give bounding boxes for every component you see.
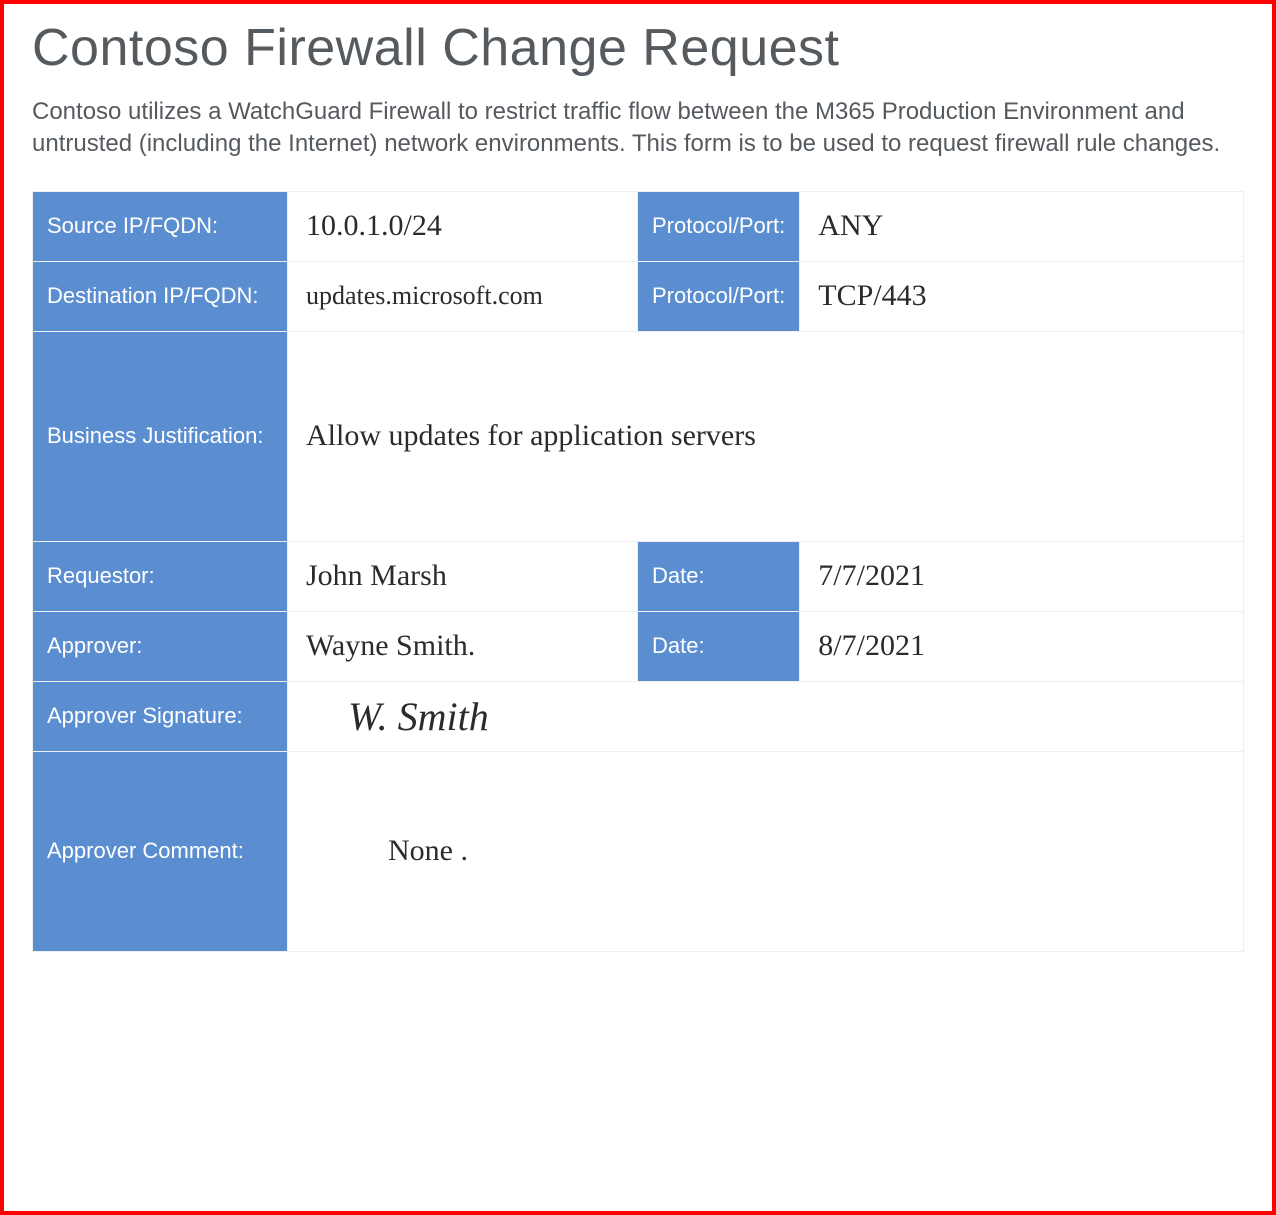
- value-approver-comment: None .: [288, 751, 1244, 951]
- value-approver-signature: W. Smith: [288, 681, 1244, 751]
- document-frame: Contoso Firewall Change Request Contoso …: [0, 0, 1276, 1215]
- value-requestor: John Marsh: [288, 541, 638, 611]
- label-dest-port: Protocol/Port:: [638, 261, 800, 331]
- label-approver-comment: Approver Comment:: [33, 751, 288, 951]
- value-approver-date: 8/7/2021: [800, 611, 1244, 681]
- row-approver-comment: Approver Comment: None .: [33, 751, 1244, 951]
- label-approver: Approver:: [33, 611, 288, 681]
- value-approver: Wayne Smith.: [288, 611, 638, 681]
- value-justification: Allow updates for application servers: [288, 331, 1244, 541]
- label-requestor: Requestor:: [33, 541, 288, 611]
- label-dest-ip: Destination IP/FQDN:: [33, 261, 288, 331]
- row-source: Source IP/FQDN: 10.0.1.0/24 Protocol/Por…: [33, 191, 1244, 261]
- label-approver-date: Date:: [638, 611, 800, 681]
- row-justification: Business Justification: Allow updates fo…: [33, 331, 1244, 541]
- row-destination: Destination IP/FQDN: updates.microsoft.c…: [33, 261, 1244, 331]
- label-justification: Business Justification:: [33, 331, 288, 541]
- row-approver: Approver: Wayne Smith. Date: 8/7/2021: [33, 611, 1244, 681]
- value-source-ip: 10.0.1.0/24: [288, 191, 638, 261]
- value-dest-port: TCP/443: [800, 261, 1244, 331]
- label-approver-signature: Approver Signature:: [33, 681, 288, 751]
- row-approver-signature: Approver Signature: W. Smith: [33, 681, 1244, 751]
- value-dest-ip: updates.microsoft.com: [288, 261, 638, 331]
- document-title: Contoso Firewall Change Request: [32, 18, 1244, 78]
- value-requestor-date: 7/7/2021: [800, 541, 1244, 611]
- document-intro: Contoso utilizes a WatchGuard Firewall t…: [32, 96, 1232, 161]
- label-requestor-date: Date:: [638, 541, 800, 611]
- value-source-port: ANY: [800, 191, 1244, 261]
- row-requestor: Requestor: John Marsh Date: 7/7/2021: [33, 541, 1244, 611]
- label-source-ip: Source IP/FQDN:: [33, 191, 288, 261]
- change-request-form: Source IP/FQDN: 10.0.1.0/24 Protocol/Por…: [32, 191, 1244, 952]
- label-source-port: Protocol/Port:: [638, 191, 800, 261]
